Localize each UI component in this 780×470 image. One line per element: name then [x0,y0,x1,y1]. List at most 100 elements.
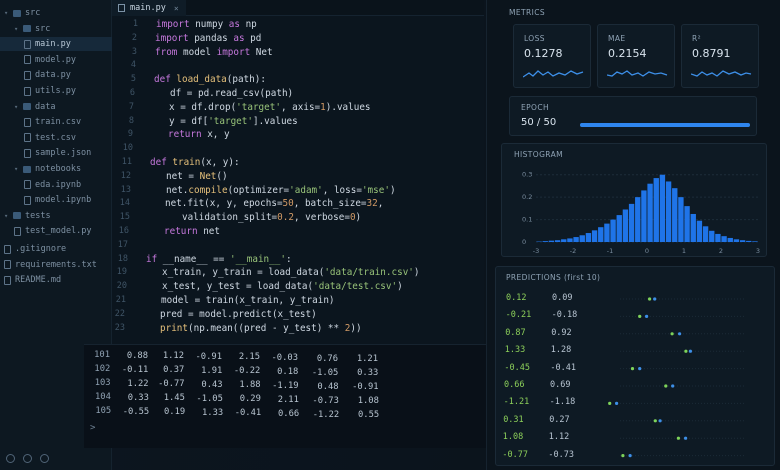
file-icon [24,39,31,49]
code-token: '__main__' [229,253,286,265]
code-text: model = train(x_train, y_train) [161,294,335,307]
tree-item-label: .gitignore [15,244,67,254]
code-token: 32 [366,198,378,210]
metric-sparkline [691,70,752,77]
histogram-bar [591,230,598,242]
metric-card-2: R² 0.8791 [681,24,759,88]
actual-value: -0.18 [551,310,578,321]
terminal-row: 103 1.22 -0.77 0.43 1.88 -1.19 0.48 -0.91 [84,378,484,392]
histogram-bar [746,240,752,242]
y-tick-label: 0 [522,238,526,246]
histogram-bar [641,190,647,242]
code-text: x_train, y_train = load_data('data/train… [162,266,420,279]
row-value: 0.48 [317,381,339,392]
histogram-bar [733,239,740,242]
tree-item-label: requirements.txt [15,259,97,270]
settings-gear-icon[interactable] [40,453,49,463]
code-token: Net [255,46,273,58]
code-token: x, y [207,129,230,141]
actual-dot [653,297,657,301]
tree-item-test-model-py[interactable]: test_model.py [0,224,112,238]
tree-item-model-ipynb[interactable]: model.ipynb [0,193,112,207]
tree-item-train-csv[interactable]: train.csv [0,115,112,129]
row-value: 0.33 [357,368,379,379]
chevron-down-icon[interactable]: ▾ [4,9,11,17]
tree-item-tests[interactable]: ▾ tests [0,209,112,223]
line-number: 21 [115,295,126,305]
x-tick-label: 0 [645,247,649,255]
terminal-prompt[interactable]: > [90,423,95,433]
tab-main-py[interactable]: main.py × [112,0,186,16]
tree-item-src[interactable]: ▾ src [0,6,112,20]
row-value: 0.43 [201,379,223,390]
tree-item-requirements-txt[interactable]: requirements.txt [0,258,112,272]
actual-value: 0.09 [552,293,573,303]
sidebar-toolbar [0,446,112,470]
line-number: 23 [114,322,125,333]
chevron-down-icon[interactable]: ▾ [14,103,21,111]
actual-value: -0.41 [550,362,576,373]
tree-item-label: test.csv [35,132,76,143]
actual-value: 0.27 [549,414,570,425]
code-text: import numpy as np [156,18,257,31]
prediction-value: -0.77 [502,449,528,460]
code-editor[interactable]: main.py × 1 import numpy as np 2 import pan… [112,0,484,352]
metric-value: 0.8791 [692,47,731,60]
metric-value: 0.1278 [524,47,563,60]
histogram-bar [702,226,709,242]
tree-item-eda-ipynb[interactable]: eda.ipynb [0,178,112,192]
actual-value: -0.73 [548,449,574,460]
close-tab-icon[interactable]: × [174,4,179,13]
tree-item-test-csv[interactable]: test.csv [0,131,112,145]
code-text: net.fit(x, y, epochs=50, batch_size=32, [165,197,383,210]
code-token: , loss= [322,184,362,196]
line-number: 3 [131,46,137,57]
sync-icon[interactable] [23,453,32,463]
account-icon[interactable] [6,453,15,463]
chevron-down-icon[interactable]: ▾ [14,165,21,173]
code-token: ].values [252,115,298,127]
line-number: 15 [119,212,130,223]
row-value: -0.77 [158,379,185,390]
code-token: (np.mean((pred - y_test) ** [188,322,345,334]
predictions-card: PREDICTIONS (first 10) 0.12 0.09 -0.21 -0.1… [495,266,775,466]
code-token: net. [166,184,189,196]
tree-item-model-py[interactable]: model.py [0,53,112,67]
tree-item-label: utils.py [35,86,76,96]
tree-item-sample-json[interactable]: sample.json [0,146,112,160]
prediction-dot [648,297,652,301]
terminal-output[interactable]: > 101 0.88 1.12 -0.91 2.15 -0.03 0.76 1.21 102 -0… [84,344,486,448]
file-icon [24,180,31,190]
code-token: ).values [325,101,371,113]
tree-item-readme-md[interactable]: README.md [0,273,112,287]
histogram-bar [628,203,635,242]
y-tick-label: 0.2 [522,193,532,201]
tree-item--gitignore[interactable]: .gitignore [0,242,112,256]
line-number: 9 [127,129,133,140]
file-icon [4,260,11,270]
code-text: return x, y [168,128,230,141]
chevron-down-icon[interactable]: ▾ [14,25,21,33]
tree-item-notebooks[interactable]: ▾ notebooks [0,162,112,176]
tree-item-data-py[interactable]: data.py [0,68,112,82]
histogram-bar [672,188,678,242]
tree-item-data[interactable]: ▾ data [0,100,112,114]
code-text: print(np.mean((pred - y_test) ** 2)) [160,322,362,335]
code-token: 0.2 [277,212,294,224]
x-tick-label: -2 [570,247,576,255]
chevron-down-icon[interactable]: ▾ [4,212,11,220]
code-token: 50 [282,198,294,210]
metric-sparkline [523,70,584,78]
terminal-row: 101 0.88 1.12 -0.91 2.15 -0.03 0.76 1.21 [84,350,484,364]
line-number: 17 [117,239,128,250]
actual-dot [658,419,662,423]
line-number: 16 [118,226,129,236]
histogram-bar [709,230,715,242]
prediction-dot [676,436,680,440]
tree-item-main-py[interactable]: main.py [0,37,112,52]
folder-icon [13,212,21,220]
tree-item-utils-py[interactable]: utils.py [0,84,112,98]
code-token: import [216,46,256,58]
code-token: compile [188,184,228,196]
tree-item-src[interactable]: ▾ src [0,22,112,36]
